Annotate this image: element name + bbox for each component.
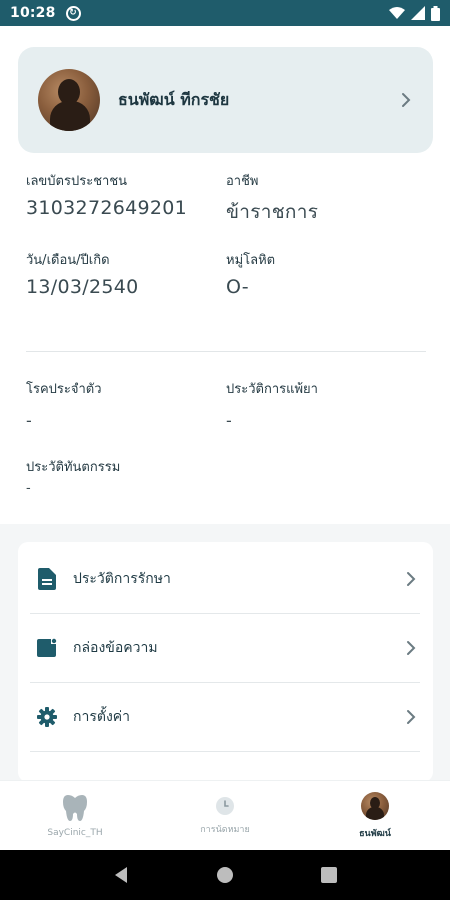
divider <box>26 351 426 352</box>
nav-label: การนัดหมาย <box>200 824 250 835</box>
chevron-right-icon <box>402 93 411 107</box>
profile-name: ธนพัฒน์ ทีกรชัย <box>118 89 230 109</box>
menu-item-label: กล่องข้อความ <box>73 640 158 656</box>
menu-card: ประวัติการรักษา กล่องข้อความ การตั้งค่า <box>18 542 433 782</box>
dob-value: 13/03/2540 <box>26 276 139 298</box>
id-label: เลขบัตรประชาชน <box>26 174 128 189</box>
nav-label: ธนพัฒน์ <box>359 828 391 839</box>
home-icon[interactable] <box>216 866 234 884</box>
gear-icon <box>36 706 58 728</box>
status-bar: 10:28 ↻ <box>0 0 450 26</box>
nav-item-profile[interactable]: ธนพัฒน์ <box>300 781 450 850</box>
blood-value: O- <box>226 276 249 298</box>
allergy-label: ประวัติการแพ้ยา <box>226 382 318 397</box>
sync-icon: ↻ <box>65 5 81 21</box>
blood-label: หมู่โลหิต <box>226 253 276 268</box>
occupation-label: อาชีพ <box>226 174 259 189</box>
menu-item-label: ประวัติการรักษา <box>73 571 171 587</box>
menu-item-treatment-history[interactable]: ประวัติการรักษา <box>30 545 420 614</box>
id-value: 3103272649201 <box>26 197 188 219</box>
menu-item-label: การตั้งค่า <box>73 709 131 725</box>
avatar <box>38 69 100 131</box>
tooth-icon <box>63 794 87 821</box>
menu-item-settings[interactable]: การตั้งค่า <box>30 683 420 752</box>
recents-icon[interactable] <box>320 867 337 883</box>
clock-icon <box>216 796 234 815</box>
chevron-right-icon <box>407 572 416 586</box>
nav-item-appointments[interactable]: การนัดหมาย <box>150 781 300 850</box>
system-nav-bar <box>0 850 450 900</box>
avatar <box>361 791 389 820</box>
dental-label: ประวัติทันตกรรม <box>26 460 121 475</box>
nav-label: SayCinic_TH <box>47 827 103 838</box>
occupation-value: ข้าราชการ <box>226 201 319 223</box>
back-icon[interactable] <box>113 866 129 884</box>
dental-value: - <box>26 481 31 496</box>
chevron-right-icon <box>407 641 416 655</box>
document-icon <box>36 568 58 590</box>
chevron-right-icon <box>407 710 416 724</box>
personal-info: เลขบัตรประชาชน 3103272649201 อาชีพ ข้ารา… <box>26 170 426 298</box>
nav-item-home[interactable]: SayCinic_TH <box>0 781 150 850</box>
menu-item-inbox[interactable]: กล่องข้อความ <box>30 614 420 683</box>
profile-card[interactable]: ธนพัฒน์ ทีกรชัย <box>18 47 433 153</box>
status-icons <box>389 5 440 21</box>
status-time: 10:28 <box>10 5 56 21</box>
battery-icon <box>431 5 440 21</box>
wifi-icon <box>389 7 405 19</box>
dob-label: วัน/เดือน/ปีเกิด <box>26 253 110 268</box>
allergy-value: - <box>226 411 232 430</box>
message-icon <box>36 637 58 659</box>
bottom-nav: SayCinic_TH การนัดหมาย ธนพัฒน์ <box>0 780 450 850</box>
signal-icon <box>411 6 425 20</box>
disease-value: - <box>26 411 32 430</box>
medical-info: โรคประจำตัว - ประวัติการแพ้ยา - ประวัติท… <box>26 378 426 496</box>
disease-label: โรคประจำตัว <box>26 382 102 397</box>
